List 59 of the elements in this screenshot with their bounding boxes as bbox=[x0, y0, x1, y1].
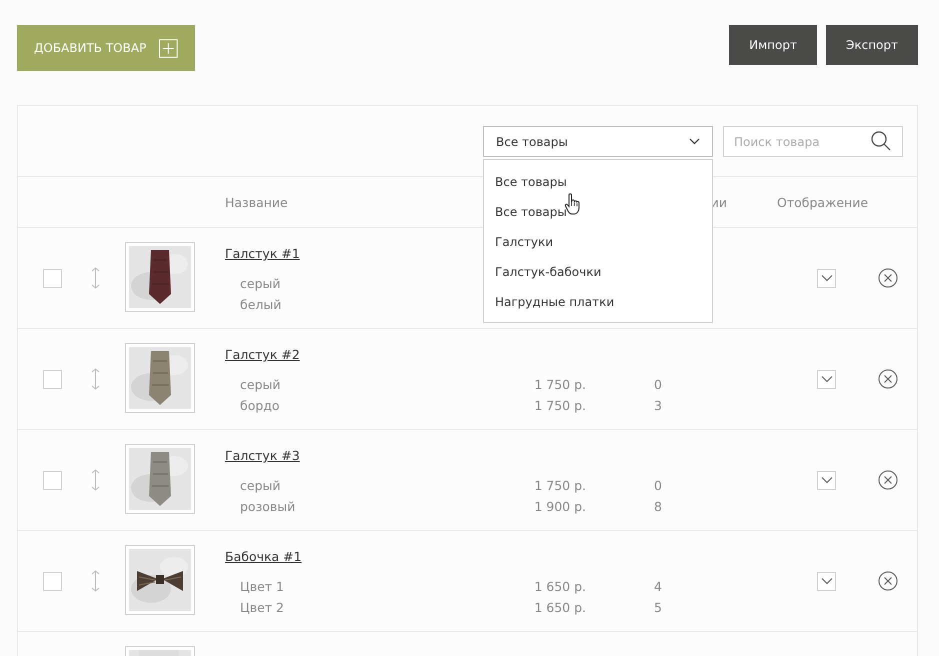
variant-stock: 0 bbox=[654, 478, 662, 493]
chevron-down-icon bbox=[689, 138, 700, 145]
column-header: Отображение bbox=[777, 194, 870, 210]
row-checkbox[interactable] bbox=[43, 470, 62, 490]
product-link[interactable]: Галстук #3 bbox=[225, 448, 300, 463]
variant-stock: 0 bbox=[654, 377, 662, 392]
product-link[interactable]: Галстук #2 bbox=[225, 347, 300, 362]
dropdown-option[interactable]: Галстук-бабочки bbox=[495, 265, 602, 279]
category-select[interactable]: Все товары bbox=[483, 126, 713, 157]
variant-name: розовый bbox=[240, 499, 296, 514]
variant-stock: 4 bbox=[654, 579, 662, 594]
variant-price: 1 900 р. bbox=[533, 499, 586, 514]
variant-price: 1 650 р. bbox=[533, 600, 586, 615]
search-field[interactable]: Поиск товара bbox=[723, 126, 903, 157]
delete-icon[interactable] bbox=[878, 369, 898, 389]
search-icon[interactable] bbox=[871, 131, 891, 151]
dropdown-option[interactable]: Нагрудные платки bbox=[495, 295, 614, 309]
row-checkbox[interactable] bbox=[43, 370, 62, 388]
visibility-checkbox[interactable] bbox=[817, 470, 836, 490]
row-checkbox[interactable] bbox=[43, 572, 62, 590]
variant-name: серый bbox=[240, 478, 282, 493]
checkmark-icon bbox=[820, 577, 832, 585]
variant-price: 1 650 р. bbox=[533, 579, 586, 594]
dropdown-option[interactable]: Все товары bbox=[495, 175, 567, 189]
dropdown-option[interactable]: Галстуки bbox=[495, 235, 554, 249]
row-checkbox[interactable] bbox=[43, 268, 62, 288]
drag-handle-icon[interactable] bbox=[91, 368, 100, 390]
visibility-checkbox[interactable] bbox=[817, 370, 836, 388]
dropdown-option[interactable]: Все товары bbox=[495, 205, 567, 219]
plus-icon bbox=[159, 38, 178, 58]
variant-price: 1 750 р. bbox=[533, 377, 586, 392]
checkmark-icon bbox=[820, 274, 832, 282]
variant-name: Цвет 2 bbox=[240, 600, 285, 615]
variant-stock: 8 bbox=[654, 499, 662, 514]
variant-name: серый bbox=[240, 276, 282, 291]
variant-name: серый bbox=[240, 377, 282, 392]
variant-stock: 5 bbox=[654, 600, 662, 615]
export-button[interactable]: Экспорт bbox=[826, 25, 918, 65]
drag-handle-icon[interactable] bbox=[91, 267, 100, 289]
column-header: Название bbox=[225, 194, 289, 210]
drag-handle-icon[interactable] bbox=[91, 469, 100, 491]
checkmark-icon bbox=[820, 375, 832, 383]
product-link[interactable]: Галстук #1 bbox=[225, 246, 300, 261]
hand-cursor-icon bbox=[564, 193, 582, 215]
checkmark-icon bbox=[820, 476, 832, 484]
variant-name: белый bbox=[240, 297, 282, 312]
variant-price: 1 750 р. bbox=[533, 478, 586, 493]
drag-handle-icon[interactable] bbox=[91, 570, 100, 592]
product-link[interactable]: Бабочка #1 bbox=[225, 549, 302, 564]
delete-icon[interactable] bbox=[878, 268, 898, 288]
delete-icon[interactable] bbox=[878, 470, 898, 490]
variant-stock: 3 bbox=[654, 398, 662, 413]
import-button[interactable]: Импорт bbox=[729, 25, 817, 65]
variant-name: бордо bbox=[240, 398, 281, 413]
visibility-checkbox[interactable] bbox=[817, 268, 836, 288]
delete-icon[interactable] bbox=[878, 571, 898, 591]
variant-name: Цвет 1 bbox=[240, 579, 285, 594]
variant-price: 1 750 р. bbox=[533, 398, 586, 413]
visibility-checkbox[interactable] bbox=[817, 572, 836, 590]
